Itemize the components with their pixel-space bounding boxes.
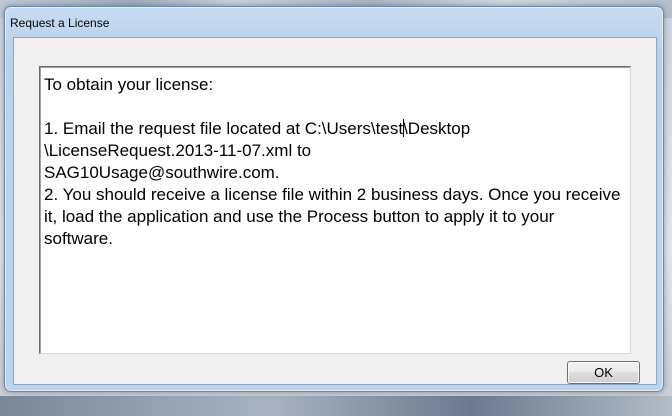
title-bar[interactable]: Request a License — [5, 7, 663, 37]
step-1-line-3: SAG10Usage@southwire.com. — [44, 163, 280, 182]
window-title: Request a License — [10, 16, 110, 30]
step-1-line-2: \LicenseRequest.2013-11-07.xml to — [44, 141, 312, 160]
request-license-dialog: Request a License To obtain your license… — [4, 6, 664, 392]
instructions-heading: To obtain your license: — [44, 75, 214, 94]
background-taskbar-strip — [0, 396, 672, 416]
step-1-line-1: 1. Email the request file located at C:\… — [44, 118, 626, 140]
dialog-client-area: To obtain your license: 1. Email the req… — [13, 37, 657, 385]
step-1-text-after-caret: \Desktop — [403, 119, 471, 138]
ok-button[interactable]: OK — [567, 361, 640, 384]
step-2-text: 2. You should receive a license file wit… — [44, 185, 621, 248]
step-1-text-before-caret: 1. Email the request file located at C:\… — [44, 119, 404, 138]
license-instructions-textbox[interactable]: To obtain your license: 1. Email the req… — [39, 66, 631, 354]
